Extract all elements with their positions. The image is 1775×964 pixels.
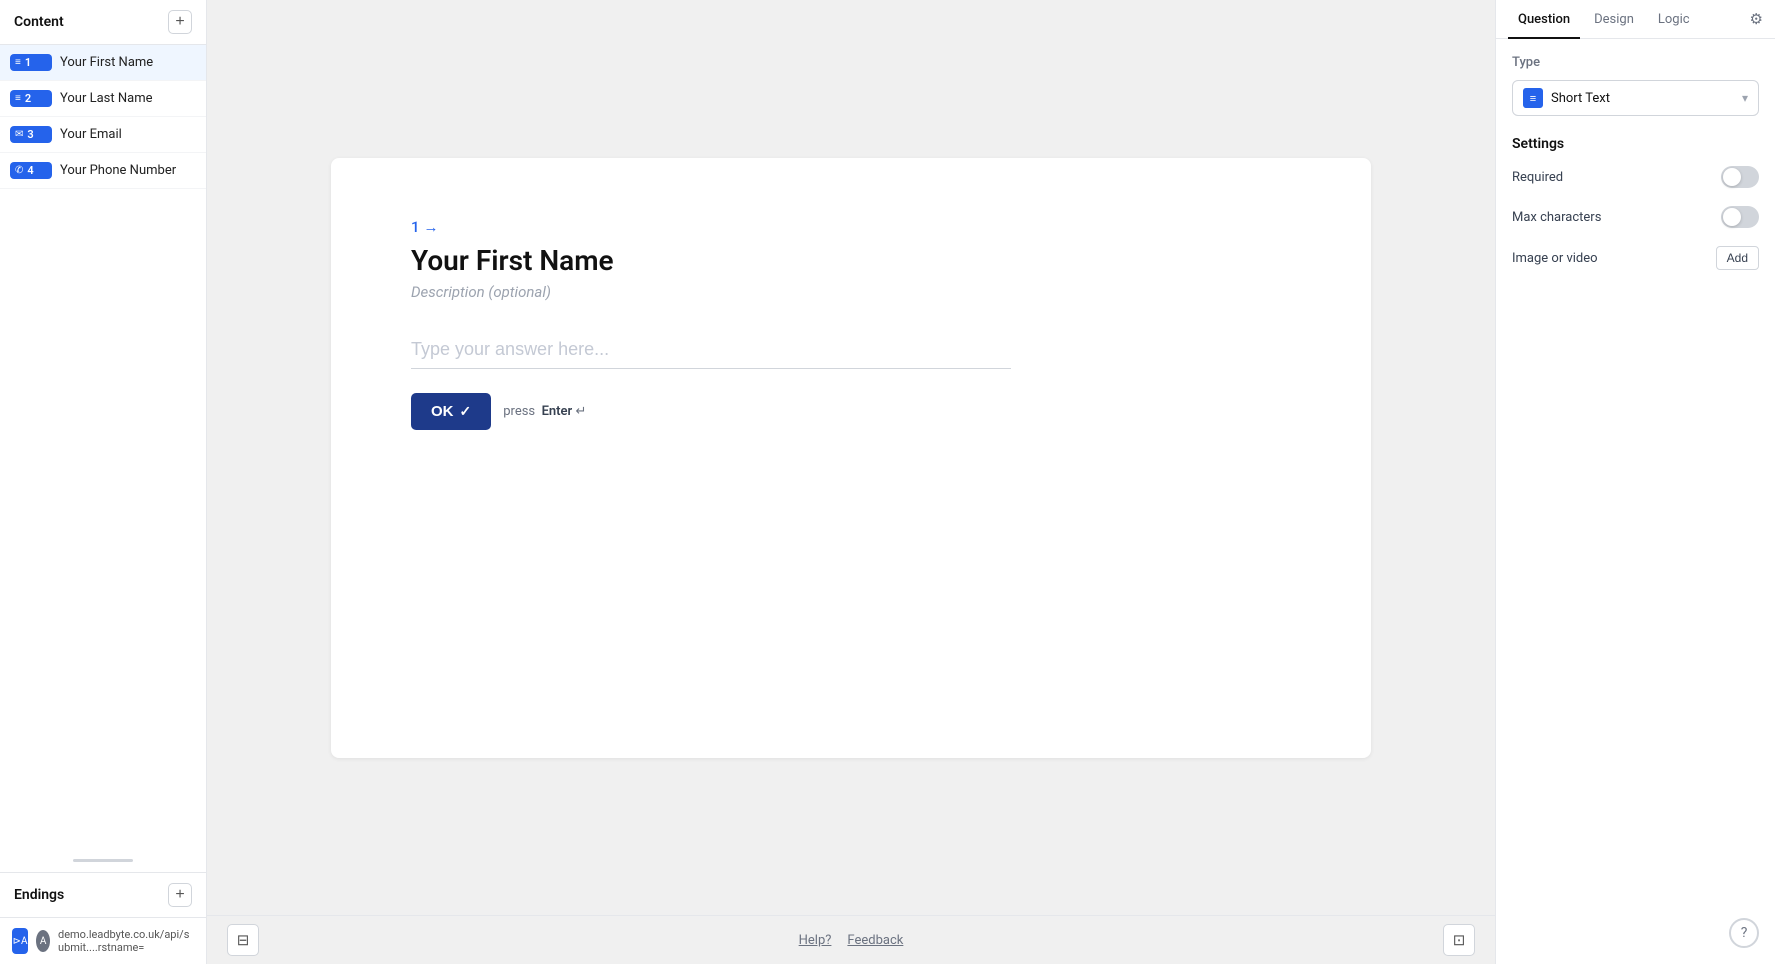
gear-icon[interactable]: ⚙ <box>1750 2 1763 36</box>
press-text: press <box>503 404 535 419</box>
type-select-label: Short Text <box>1551 91 1734 106</box>
footer-url: demo.leadbyte.co.uk/api/submit....rstnam… <box>58 928 194 954</box>
image-video-label: Image or video <box>1512 251 1598 266</box>
endings-title: Endings <box>14 887 64 903</box>
footer-icon-box: ⊳A <box>12 928 28 954</box>
endings-section: Endings + <box>0 872 206 917</box>
sidebar-item-3[interactable]: ✉ 3 Your Email <box>0 117 206 153</box>
tab-question[interactable]: Question <box>1508 0 1580 39</box>
max-characters-toggle[interactable] <box>1721 206 1759 228</box>
required-toggle[interactable] <box>1721 166 1759 188</box>
item-label-1: Your First Name <box>60 55 153 70</box>
tab-question-label: Question <box>1518 12 1570 27</box>
type-select-wrapper: ≡ Short Text ▾ <box>1512 80 1759 116</box>
item-num-4: 4 <box>27 164 33 177</box>
separator-line <box>73 859 133 862</box>
type-icon-symbol: ≡ <box>1530 92 1536 105</box>
sidebar-items-list: ≡ 1 Your First Name ≡ 2 Your Last Name ✉… <box>0 45 206 849</box>
help-circle-button[interactable]: ? <box>1729 918 1759 948</box>
question-number-row: 1 → <box>411 218 1291 236</box>
ok-row: OK ✓ press Enter ↵ <box>411 393 1291 430</box>
canvas-area: 1 → Your First Name Description (optiona… <box>207 0 1495 915</box>
item-badge-4: ✆ 4 <box>10 162 52 179</box>
avatar-letter: A <box>40 936 47 947</box>
tab-design[interactable]: Design <box>1584 0 1644 39</box>
sidebar-item-2[interactable]: ≡ 2 Your Last Name <box>0 81 206 117</box>
sidebar-footer: ⊳A A demo.leadbyte.co.uk/api/submit....r… <box>0 917 206 964</box>
short-text-icon: ≡ <box>1523 88 1543 108</box>
press-hint: press Enter ↵ <box>503 404 586 419</box>
sidebar-toggle-icon: ⊟ <box>237 931 250 949</box>
feedback-link[interactable]: Feedback <box>847 933 903 948</box>
preview-toggle-button[interactable]: ⊡ <box>1443 924 1475 956</box>
form-preview-card: 1 → Your First Name Description (optiona… <box>331 158 1371 758</box>
add-endings-button[interactable]: + <box>168 883 192 907</box>
ok-button[interactable]: OK ✓ <box>411 393 491 430</box>
enter-label: Enter <box>542 404 573 419</box>
ok-label: OK <box>431 403 454 420</box>
add-content-button[interactable]: + <box>168 10 192 34</box>
question-title: Your First Name <box>411 244 1291 277</box>
tab-logic[interactable]: Logic <box>1648 0 1700 39</box>
main-bottom-bar: ⊟ Help? Feedback ⊡ <box>207 915 1495 964</box>
required-toggle-knob <box>1723 168 1741 186</box>
question-number: 1 <box>411 218 420 236</box>
content-title: Content <box>14 14 64 30</box>
item-num-3: 3 <box>27 128 33 141</box>
image-video-row: Image or video Add <box>1512 246 1759 270</box>
item-label-2: Your Last Name <box>60 91 153 106</box>
max-characters-label: Max characters <box>1512 210 1601 225</box>
item-badge-2: ≡ 2 <box>10 90 52 107</box>
item-badge-3: ✉ 3 <box>10 126 52 143</box>
required-label: Required <box>1512 170 1563 185</box>
text-icon-1: ≡ <box>15 57 21 68</box>
item-num-1: 1 <box>25 56 31 69</box>
email-icon-3: ✉ <box>15 129 23 140</box>
item-label-3: Your Email <box>60 127 122 142</box>
max-characters-row: Max characters <box>1512 206 1759 228</box>
type-section-label: Type <box>1512 55 1759 70</box>
main-area: 1 → Your First Name Description (optiona… <box>207 0 1495 964</box>
tab-logic-label: Logic <box>1658 12 1690 27</box>
enter-symbol: ↵ <box>575 404 586 419</box>
help-question-icon: ? <box>1741 925 1748 941</box>
text-icon-2: ≡ <box>15 93 21 104</box>
sidebar-item-4[interactable]: ✆ 4 Your Phone Number <box>0 153 206 189</box>
sidebar-separator <box>0 849 206 872</box>
add-image-button[interactable]: Add <box>1716 246 1759 270</box>
item-badge-1: ≡ 1 <box>10 54 52 71</box>
settings-title: Settings <box>1512 136 1759 152</box>
required-row: Required <box>1512 166 1759 188</box>
bottom-center-links: Help? Feedback <box>799 933 904 948</box>
question-num-wrap: 1 → <box>411 218 439 236</box>
settings-section: Settings Required Max characters Image o… <box>1512 136 1759 270</box>
tab-design-label: Design <box>1594 12 1634 27</box>
question-arrow: → <box>424 218 439 236</box>
preview-icon: ⊡ <box>1453 931 1466 949</box>
ok-check-icon: ✓ <box>460 403 472 420</box>
item-num-2: 2 <box>25 92 31 105</box>
left-sidebar: Content + ≡ 1 Your First Name ≡ 2 Your L… <box>0 0 207 964</box>
phone-icon-4: ✆ <box>15 165 23 176</box>
right-panel: Question Design Logic ⚙ Type ≡ Short Tex… <box>1495 0 1775 964</box>
answer-input[interactable] <box>411 331 1011 369</box>
endings-header: Endings + <box>0 873 206 917</box>
item-label-4: Your Phone Number <box>60 163 176 178</box>
max-characters-toggle-knob <box>1723 208 1741 226</box>
type-select-dropdown[interactable]: ≡ Short Text ▾ <box>1512 80 1759 116</box>
toggle-sidebar-button[interactable]: ⊟ <box>227 924 259 956</box>
sidebar-item-1[interactable]: ≡ 1 Your First Name <box>0 45 206 81</box>
footer-avatar: A <box>36 930 50 952</box>
question-description: Description (optional) <box>411 283 1291 301</box>
api-icon: ⊳A <box>13 936 28 947</box>
chevron-down-icon: ▾ <box>1742 91 1748 105</box>
right-panel-body: Type ≡ Short Text ▾ Settings Required Ma… <box>1496 39 1775 964</box>
content-header: Content + <box>0 0 206 45</box>
help-link[interactable]: Help? <box>799 933 832 948</box>
right-panel-tabs: Question Design Logic ⚙ <box>1496 0 1775 39</box>
